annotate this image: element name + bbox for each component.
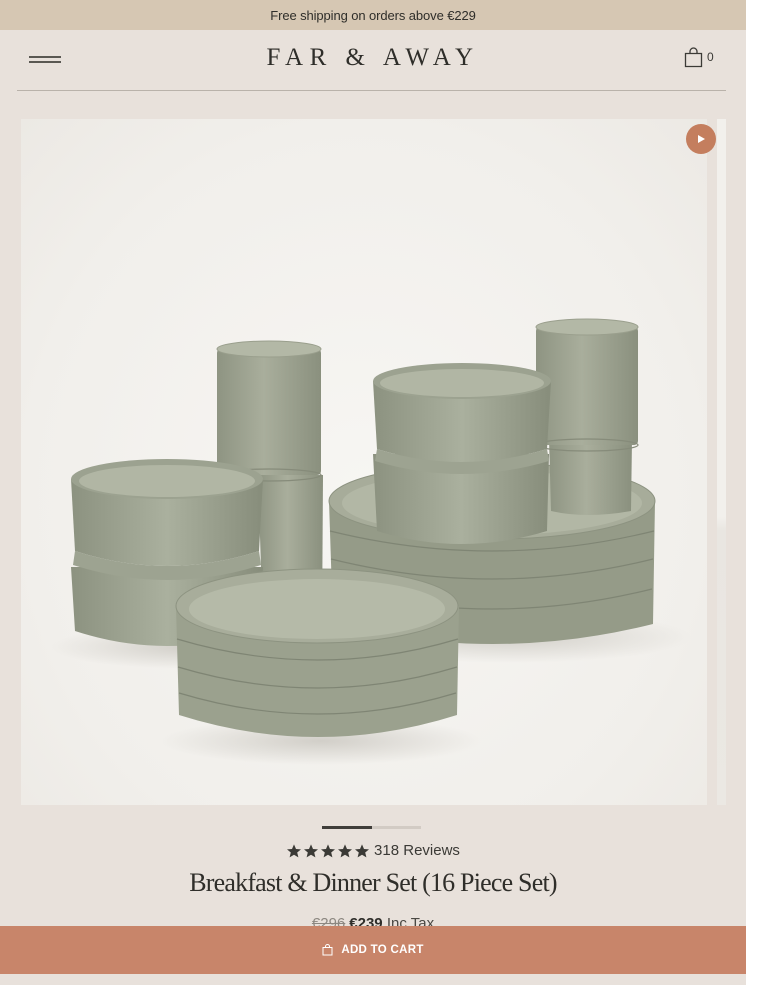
next-slide-peek[interactable] <box>717 119 726 805</box>
star-rating <box>286 843 370 859</box>
announcement-bar: Free shipping on orders above €229 <box>0 0 746 30</box>
star-icon <box>321 843 336 857</box>
site-logo[interactable]: FAR & AWAY <box>0 44 746 72</box>
star-icon <box>338 843 353 857</box>
product-gallery[interactable] <box>21 119 726 805</box>
announcement-text: Free shipping on orders above €229 <box>270 7 476 23</box>
add-to-cart-button[interactable]: ADD TO CART <box>0 926 746 974</box>
reviews-link[interactable]: 318 Reviews <box>374 842 460 859</box>
below-fold <box>0 974 746 985</box>
play-icon <box>698 135 705 143</box>
slide-indicator-active <box>322 826 372 829</box>
shopping-bag-icon <box>322 944 333 956</box>
play-video-button[interactable] <box>686 124 716 154</box>
cart-button[interactable]: 0 <box>684 46 714 68</box>
site-header: FAR & AWAY 0 <box>0 30 746 90</box>
product-image[interactable] <box>21 119 707 805</box>
star-icon <box>304 843 319 857</box>
slide-indicator[interactable] <box>322 826 421 829</box>
shopping-bag-icon <box>684 46 703 67</box>
product-page: Free shipping on orders above €229 FAR &… <box>0 0 746 985</box>
star-icon <box>287 843 302 857</box>
star-icon <box>355 843 370 857</box>
rating-row[interactable]: 318 Reviews <box>0 842 746 859</box>
product-title: Breakfast & Dinner Set (16 Piece Set) <box>189 868 557 897</box>
cart-count: 0 <box>707 50 714 64</box>
header-divider <box>17 90 726 91</box>
dinner-set-illustration <box>51 318 691 765</box>
add-to-cart-label: ADD TO CART <box>341 944 424 956</box>
